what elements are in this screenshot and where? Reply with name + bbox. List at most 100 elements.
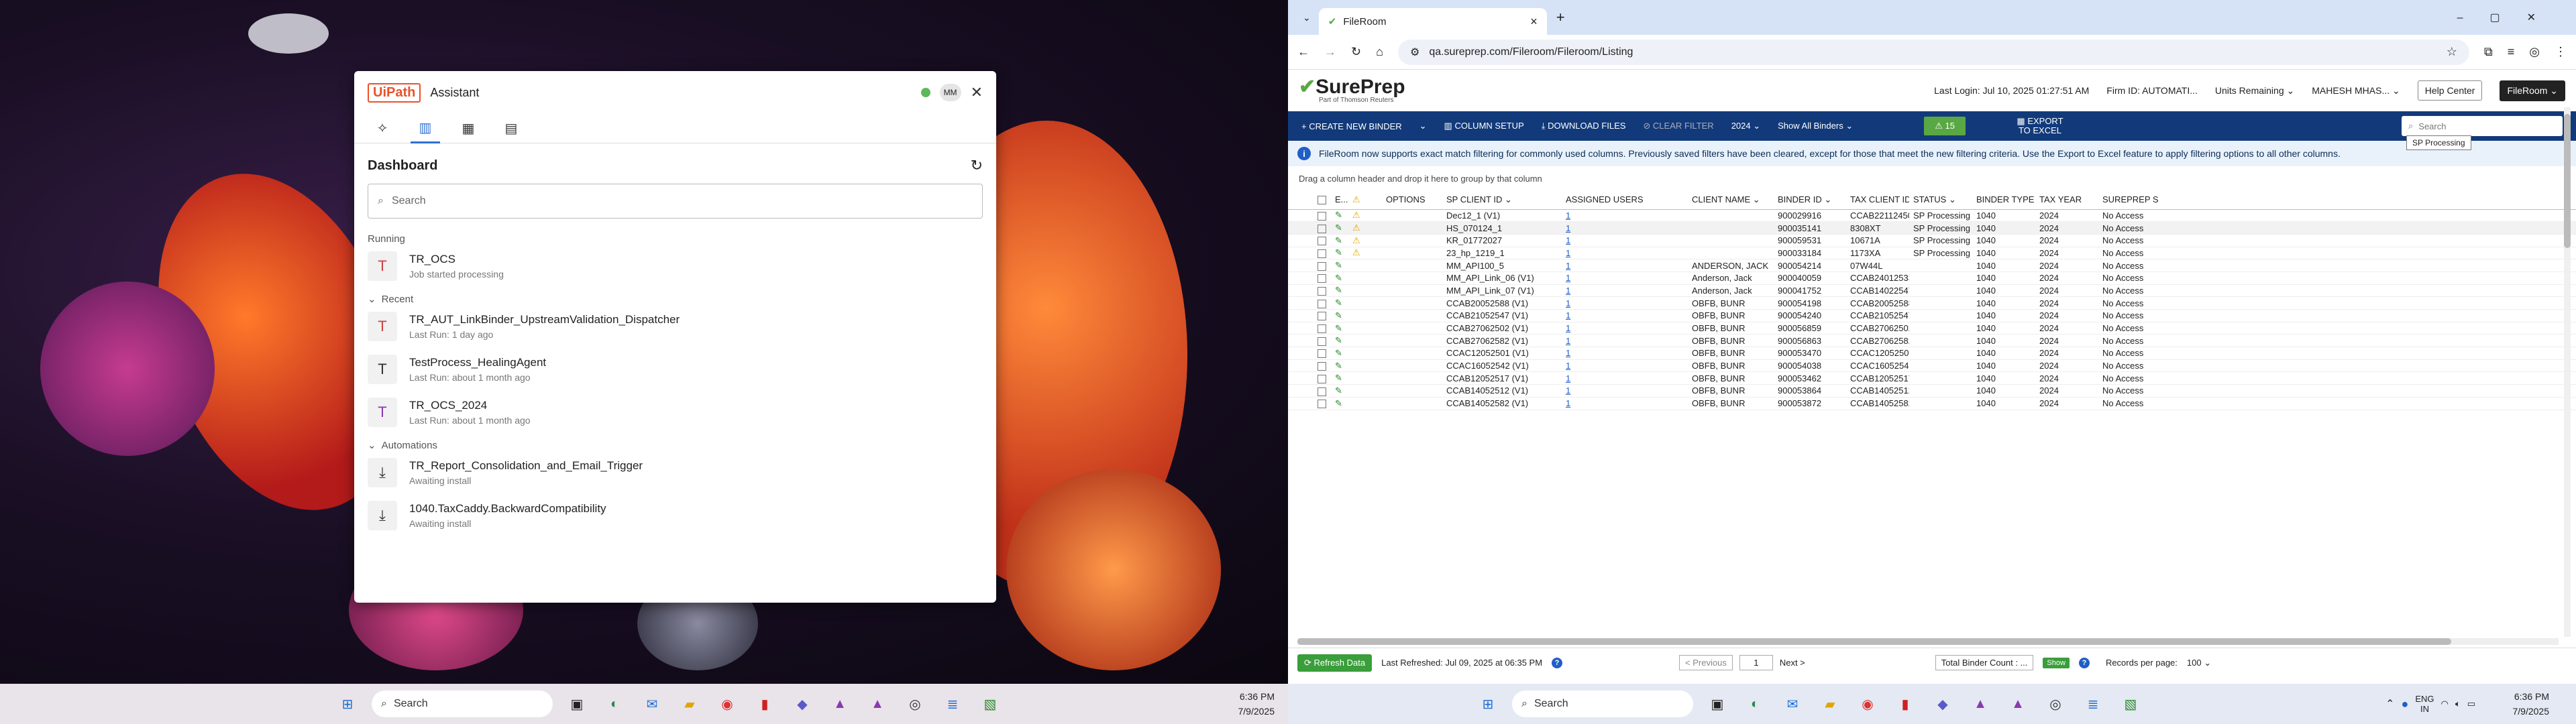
assigned-users-link[interactable]: 1 [1562,221,1688,235]
row-checkbox[interactable] [1318,324,1326,334]
edge-icon[interactable]: ◐ [1741,690,1768,717]
bookmark-star-icon[interactable]: ☆ [2447,45,2457,59]
assigned-users-link[interactable]: 1 [1562,347,1688,360]
row-checkbox[interactable] [1318,299,1326,308]
column-header-binder-id[interactable]: BINDER ID ⌄ [1774,190,1846,210]
year-dropdown[interactable]: 2024 ⌄ [1731,121,1760,131]
app-s2-icon[interactable]: ▲ [2004,690,2031,717]
options-cell[interactable] [1382,209,1442,223]
options-cell[interactable] [1382,234,1442,247]
options-cell[interactable] [1382,284,1442,298]
notes-icon[interactable]: ≣ [939,690,966,717]
browser-tab[interactable]: ✔ FileRoom × [1318,8,1547,35]
table-row[interactable]: ✎ CCAB14052582 (V1) 1 OBFB, BUNR 900053872 CC… [1288,397,2576,410]
chrome-icon[interactable]: ◉ [1854,690,1881,717]
table-row[interactable]: ✎ MM_API100_5 1 ANDERSON, JACK 900054214 07W4… [1288,259,2576,272]
group-by-area[interactable]: Drag a column header and drop it here to… [1288,166,2576,190]
assigned-users-link[interactable]: 1 [1562,397,1688,410]
column-header-status[interactable]: STATUS ⌄ [1909,190,1972,210]
taskbar-search[interactable]: ⌕ Search [372,690,553,717]
clear-filter-button[interactable]: ⊘ CLEAR FILTER [1643,121,1713,131]
automations-section-toggle[interactable]: ⌄ Automations [354,439,996,452]
page-number-input[interactable]: 1 [1739,655,1773,670]
row-checkbox[interactable] [1318,249,1326,258]
column-header-edit[interactable]: E... [1331,190,1348,210]
options-cell[interactable] [1382,384,1442,398]
assigned-users-link[interactable]: 1 [1562,359,1688,373]
edit-pencil-icon[interactable]: ✎ [1331,322,1348,335]
outlook-icon[interactable]: ✉ [1779,690,1806,717]
tab-list-icon[interactable]: ⌄ [1303,12,1311,23]
edit-pencil-icon[interactable]: ✎ [1331,247,1348,260]
window-controls[interactable]: –▢✕ [2457,11,2576,24]
options-cell[interactable] [1382,322,1442,335]
info-icon[interactable]: ? [1552,657,1563,668]
edit-pencil-icon[interactable]: ✎ [1331,384,1348,398]
forward-icon[interactable]: → [1324,45,1336,59]
edit-pencil-icon[interactable]: ✎ [1331,221,1348,235]
taskbar-clock[interactable]: 6:36 PM 7/9/2025 [1238,689,1275,719]
edit-pencil-icon[interactable]: ✎ [1331,284,1348,298]
row-checkbox[interactable] [1318,374,1326,383]
table-row[interactable]: ✎ CCAB27062582 (V1) 1 OBFB, BUNR 900056863 CC… [1288,334,2576,348]
language-indicator[interactable]: ENG IN [2415,694,2434,714]
process-item[interactable]: T TR_AUT_LinkBinder_UpstreamValidation_D… [354,305,996,348]
column-header-sureprep-status[interactable]: SUREPREP S [2098,190,2576,210]
app-s-icon[interactable]: ▲ [826,690,853,717]
app-s-icon[interactable]: ▲ [1967,690,1994,717]
automation-item[interactable]: ⤓ TR_Report_Consolidation_and_Email_Trig… [354,451,996,494]
back-icon[interactable]: ← [1297,45,1309,59]
options-cell[interactable] [1382,259,1442,272]
column-setup-button[interactable]: ▥ COLUMN SETUP [1444,121,1524,131]
process-item[interactable]: T TR_OCS_2024 Last Run: about 1 month ago [354,391,996,434]
table-row[interactable]: ✎ CCAB12052517 (V1) 1 OBFB, BUNR 900053462 CC… [1288,371,2576,385]
task-view-icon[interactable]: ▣ [564,690,590,717]
file-explorer-icon[interactable]: ▰ [676,690,703,717]
edit-pencil-icon[interactable]: ✎ [1331,309,1348,322]
new-tab-icon[interactable]: + [1556,9,1565,26]
options-cell[interactable] [1382,397,1442,410]
assigned-users-link[interactable]: 1 [1562,384,1688,398]
assigned-users-link[interactable]: 1 [1562,334,1688,348]
row-checkbox[interactable] [1318,362,1326,371]
binder-search-input[interactable]: ⌕ Search [2402,116,2563,136]
assistant-search-input[interactable]: ⌕ Search [368,184,983,219]
row-checkbox[interactable] [1318,312,1326,321]
file-explorer-icon[interactable]: ▰ [1817,690,1843,717]
column-header-tax-client-id[interactable]: TAX CLIENT ID ⌄ [1846,190,1909,210]
assigned-users-link[interactable]: 1 [1562,272,1688,285]
table-row[interactable]: ✎ MM_API_Link_07 (V1) 1 Anderson, Jack 90004… [1288,284,2576,298]
windows-start-icon[interactable]: ⊞ [334,690,361,717]
table-row[interactable]: ✎ ⚠ 23_hp_1219_1 1 900033184 1173XA SP Process… [1288,247,2576,260]
row-checkbox[interactable] [1318,287,1326,296]
taskbar-search[interactable]: ⌕ Search [1512,690,1693,717]
user-menu[interactable]: MAHESH MHAS... ⌄ [2312,85,2400,97]
vertical-scrollbar[interactable] [2564,107,2571,637]
table-row[interactable]: ✎ ⚠ Dec12_1 (V1) 1 900029916 CCAB22112450 SP P… [1288,209,2576,223]
table-row[interactable]: ✎ ⚠ HS_070124_1 1 900035141 8308XT SP Processi… [1288,221,2576,235]
teams-icon[interactable]: ◆ [789,690,816,717]
windows-start-icon[interactable]: ⊞ [1474,690,1501,717]
units-remaining-dropdown[interactable]: Units Remaining ⌄ [2215,85,2294,97]
media-icon[interactable]: ≡ [2508,45,2515,59]
create-binder-button[interactable]: + CREATE NEW BINDER [1301,121,1402,131]
options-cell[interactable] [1382,221,1442,235]
next-page-button[interactable]: Next > [1780,658,1805,668]
battery-icon[interactable]: ▭ [2467,699,2475,709]
select-all-checkbox[interactable] [1318,196,1326,205]
row-checkbox[interactable] [1318,237,1326,246]
table-row[interactable]: ✎ CCAB14052512 (V1) 1 OBFB, BUNR 900053864 CC… [1288,384,2576,398]
table-row[interactable]: ✎ CCAC12052501 (V1) 1 OBFB, BUNR 900053470 CC… [1288,347,2576,360]
table-row[interactable]: ✎ CCAB27062502 (V1) 1 OBFB, BUNR 900056859 CC… [1288,322,2576,335]
row-checkbox[interactable] [1318,349,1326,359]
task-view-icon[interactable]: ▣ [1704,690,1731,717]
home-icon[interactable]: ⌂ [1376,45,1383,59]
column-header-tax-year[interactable]: TAX YEAR [2035,190,2098,210]
row-checkbox[interactable] [1318,387,1326,396]
edit-pencil-icon[interactable]: ✎ [1331,209,1348,223]
column-header-binder-type[interactable]: BINDER TYPE ⌄ [1972,190,2035,210]
app-s2-icon[interactable]: ▲ [864,690,891,717]
edit-pencil-icon[interactable]: ✎ [1331,397,1348,410]
options-cell[interactable] [1382,247,1442,260]
assigned-users-link[interactable]: 1 [1562,309,1688,322]
